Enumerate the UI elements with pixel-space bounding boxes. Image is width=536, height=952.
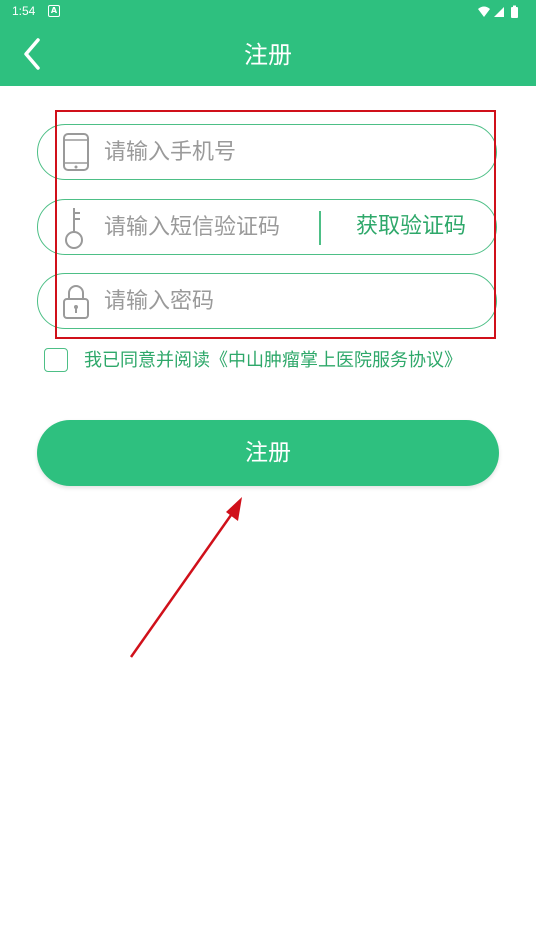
status-time: 1:54 <box>12 4 36 18</box>
cell-signal-icon <box>494 7 504 17</box>
app-header: 注册 <box>0 24 536 86</box>
android-notification-icon: A <box>48 5 60 17</box>
password-field <box>37 273 497 329</box>
phone-icon <box>63 133 89 171</box>
password-input[interactable] <box>104 284 334 318</box>
key-icon <box>65 208 83 249</box>
phone-field <box>37 124 497 180</box>
sms-code-field: 获取验证码 <box>37 199 497 255</box>
status-icons <box>476 4 524 20</box>
get-code-button[interactable]: 获取验证码 <box>336 210 486 244</box>
wifi-icon <box>478 6 490 17</box>
status-bar: 1:54 A <box>0 0 536 24</box>
phone-input[interactable] <box>104 135 334 169</box>
sms-code-input[interactable] <box>104 210 304 244</box>
battery-icon <box>511 5 518 18</box>
lock-icon <box>63 285 89 319</box>
agreement-checkbox[interactable] <box>44 348 68 372</box>
field-divider <box>319 211 321 245</box>
page-title: 注册 <box>244 41 292 69</box>
agreement-text[interactable]: 我已同意并阅读《中山肿瘤掌上医院服务协议》 <box>84 349 462 373</box>
agreement-row: 我已同意并阅读《中山肿瘤掌上医院服务协议》 <box>44 348 504 374</box>
register-button[interactable]: 注册 <box>37 420 499 486</box>
